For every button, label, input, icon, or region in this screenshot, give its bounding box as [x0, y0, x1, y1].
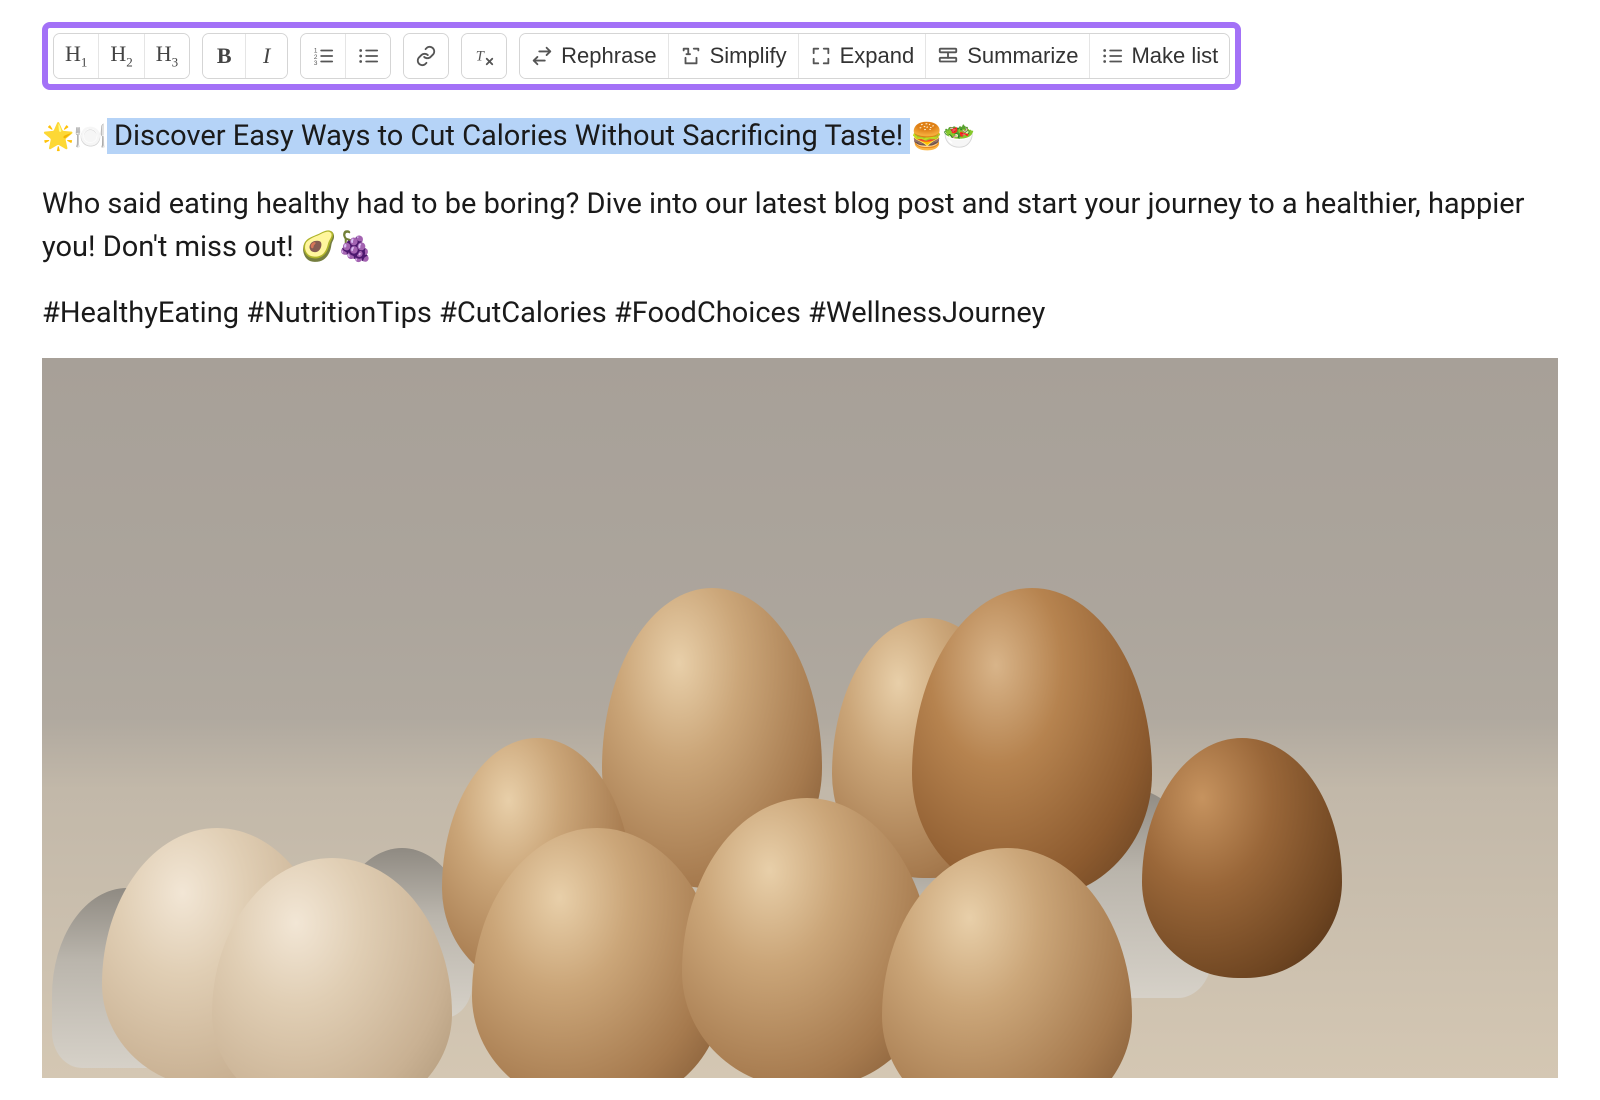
make-list-label: Make list: [1131, 43, 1218, 69]
bold-icon: B: [217, 43, 232, 69]
h3-button[interactable]: H3: [144, 34, 189, 78]
ordered-list-button[interactable]: 1 2 3: [301, 34, 345, 78]
h3-label: H3: [156, 41, 178, 70]
simplify-icon: [680, 45, 702, 67]
title-prefix-emojis: 🌟🍽️: [42, 122, 107, 152]
summarize-label: Summarize: [967, 43, 1078, 69]
summarize-icon: [937, 45, 959, 67]
italic-icon: I: [263, 43, 270, 69]
clear-formatting-button[interactable]: T: [462, 34, 506, 78]
post-title-line: 🌟🍽️ Discover Easy Ways to Cut Calories W…: [42, 116, 1558, 157]
list-group: 1 2 3: [300, 33, 391, 79]
post-hashtags: #HealthyEating #NutritionTips #CutCalori…: [42, 296, 1558, 330]
post-body-text: Who said eating healthy had to be boring…: [42, 183, 1558, 270]
title-suffix-emojis: 🍔🥗: [910, 122, 975, 152]
expand-icon: [810, 45, 832, 67]
make-list-button[interactable]: Make list: [1089, 34, 1229, 78]
h1-button[interactable]: H1: [54, 34, 98, 78]
h2-label: H2: [110, 41, 132, 70]
simplify-button[interactable]: Simplify: [668, 34, 798, 78]
ordered-list-icon: 1 2 3: [312, 45, 334, 67]
clear-formatting-icon: T: [473, 45, 495, 67]
bold-button[interactable]: B: [203, 34, 245, 78]
clear-format-group: T: [461, 33, 507, 79]
link-button[interactable]: [404, 34, 448, 78]
rephrase-button[interactable]: Rephrase: [520, 34, 667, 78]
italic-button[interactable]: I: [245, 34, 287, 78]
editor-toolbar: H1 H2 H3 B I 1 2 3: [42, 22, 1241, 90]
unordered-list-icon: [357, 45, 379, 67]
rephrase-icon: [531, 45, 553, 67]
expand-button[interactable]: Expand: [798, 34, 926, 78]
unordered-list-button[interactable]: [345, 34, 390, 78]
svg-text:T: T: [476, 49, 486, 65]
h1-label: H1: [65, 41, 87, 70]
svg-text:3: 3: [314, 60, 318, 67]
heading-group: H1 H2 H3: [53, 33, 190, 79]
ai-actions-group: Rephrase Simplify Expand Summ: [519, 33, 1230, 79]
rephrase-label: Rephrase: [561, 43, 656, 69]
text-style-group: B I: [202, 33, 288, 79]
make-list-icon: [1101, 45, 1123, 67]
expand-label: Expand: [840, 43, 915, 69]
link-icon: [415, 45, 437, 67]
summarize-button[interactable]: Summarize: [925, 34, 1089, 78]
highlighted-title-text[interactable]: Discover Easy Ways to Cut Calories Witho…: [107, 118, 911, 154]
simplify-label: Simplify: [710, 43, 787, 69]
post-image: [42, 358, 1558, 1078]
editor-content[interactable]: 🌟🍽️ Discover Easy Ways to Cut Calories W…: [42, 116, 1558, 1078]
h2-button[interactable]: H2: [98, 34, 143, 78]
link-group: [403, 33, 449, 79]
